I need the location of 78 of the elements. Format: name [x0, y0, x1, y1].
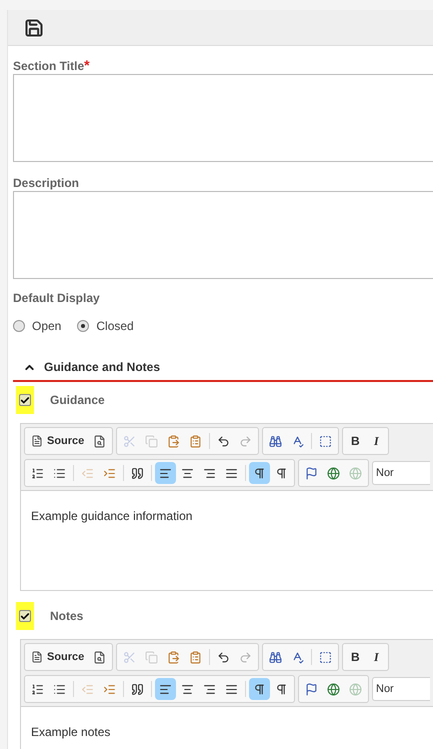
align-left-icon	[159, 682, 172, 696]
select-all-icon	[319, 434, 332, 448]
align-right-icon	[203, 682, 216, 696]
radio-label: Open	[32, 318, 62, 335]
checkbox[interactable]	[19, 610, 31, 622]
preview-icon	[93, 650, 106, 664]
checkbox-label: Notes	[50, 608, 84, 625]
checkbox[interactable]	[19, 394, 31, 406]
pilcrow-icon	[275, 682, 288, 696]
binoculars-icon	[269, 650, 282, 664]
copy-icon	[145, 434, 158, 448]
bold-button[interactable]: B	[345, 646, 366, 668]
scissors-icon	[123, 434, 136, 448]
field-label: Section Title	[13, 58, 84, 74]
numbered-list-icon	[31, 682, 44, 696]
source-button[interactable]: Source	[27, 646, 88, 668]
numbered-list-icon	[31, 466, 44, 480]
align-center-icon	[181, 682, 194, 696]
outdent-icon	[81, 682, 94, 696]
pilcrow-button[interactable]	[249, 462, 270, 484]
outdent-icon	[81, 466, 94, 480]
pilcrow-icon	[253, 466, 266, 480]
undo-icon	[217, 434, 230, 448]
undo-icon	[217, 650, 230, 664]
globe-icon	[349, 466, 362, 480]
bold-button[interactable]: B	[345, 430, 366, 452]
clipboard-icon	[189, 650, 202, 664]
flag-icon	[305, 466, 318, 480]
required-asterisk: *	[84, 58, 90, 72]
bullet-list-icon	[53, 466, 66, 480]
source-button[interactable]: Source	[27, 430, 88, 452]
scissors-icon	[123, 650, 136, 664]
editor-content[interactable]: Example notes	[21, 706, 433, 749]
pilcrow-button[interactable]	[249, 678, 270, 700]
globe-icon	[327, 466, 340, 480]
quote-icon	[131, 682, 144, 696]
field-label: Default Display	[13, 291, 101, 305]
align-justify-icon	[225, 682, 238, 696]
redo-icon	[239, 434, 252, 448]
radio-label: Closed	[96, 318, 134, 335]
align-justify-icon	[225, 466, 238, 480]
pilcrow-icon	[275, 466, 288, 480]
document-icon	[31, 435, 43, 447]
align-left-icon	[159, 466, 172, 480]
indent-icon	[103, 466, 116, 480]
align-center-icon	[181, 466, 194, 480]
align-right-icon	[203, 466, 216, 480]
editor-content[interactable]: Example guidance information	[21, 490, 433, 590]
field-label: Description	[13, 175, 80, 191]
italic-button[interactable]: I	[366, 646, 386, 668]
flag-icon	[305, 682, 318, 696]
italic-button[interactable]: I	[366, 430, 386, 452]
document-icon	[31, 651, 43, 663]
clipboard-icon	[189, 434, 202, 448]
check-icon	[20, 610, 30, 622]
align-left-button[interactable]	[155, 678, 176, 700]
format-dropdown[interactable]: Nor	[372, 677, 430, 701]
globe-icon	[327, 682, 340, 696]
binoculars-icon	[269, 434, 282, 448]
globe-icon	[349, 682, 362, 696]
radio-button[interactable]	[77, 320, 90, 332]
checkbox-label: Guidance	[50, 392, 105, 409]
pilcrow-icon	[253, 682, 266, 696]
preview-icon	[93, 434, 106, 448]
align-left-button[interactable]	[155, 462, 176, 484]
clipboard-icon	[167, 650, 180, 664]
section-header[interactable]: Guidance and Notes	[13, 360, 433, 382]
copy-icon	[145, 650, 158, 664]
redo-icon	[239, 650, 252, 664]
save-icon[interactable]	[24, 18, 44, 38]
radio-button[interactable]	[13, 320, 25, 332]
format-dropdown[interactable]: Nor	[372, 461, 430, 485]
check-icon	[20, 394, 30, 406]
clipboard-icon	[167, 434, 180, 448]
select-all-icon	[319, 650, 332, 664]
indent-icon	[103, 682, 116, 696]
quote-icon	[131, 466, 144, 480]
bullet-list-icon	[53, 682, 66, 696]
